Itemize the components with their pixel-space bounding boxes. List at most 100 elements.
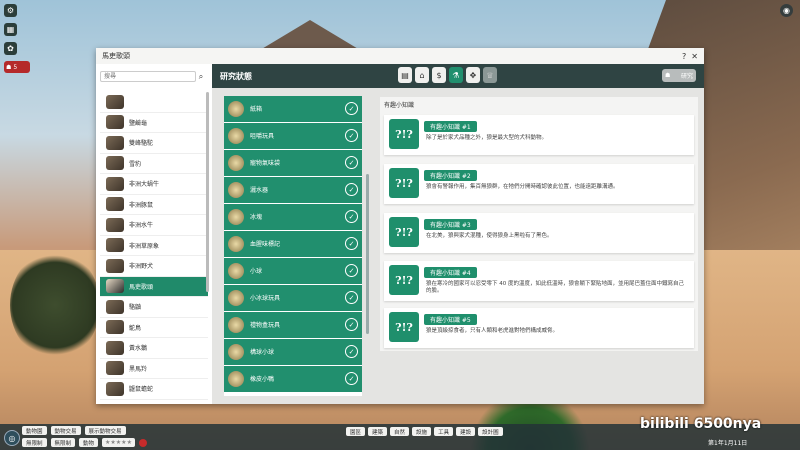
enrichment-item[interactable]: 寵物氣味袋 ✓ — [224, 150, 362, 176]
animal-list-item[interactable]: 馬吏歌頭 — [100, 276, 208, 297]
build-tool-button[interactable]: 自然 — [390, 427, 410, 436]
trivia-title: 有趣小知識 #5 — [424, 314, 477, 325]
animal-name: 鴕鳥 — [129, 324, 142, 332]
check-icon: ✓ — [345, 345, 358, 359]
enrichment-icon[interactable]: ⚗ — [449, 67, 463, 83]
animal-list-scrollbar[interactable] — [206, 92, 209, 292]
enrichment-label: 禮物盒玩具 — [250, 322, 281, 330]
enrichment-item[interactable]: 構球小球 ✓ — [224, 339, 362, 365]
enrichment-label: 小冰球玩具 — [250, 295, 281, 303]
animal-thumbnail — [106, 279, 124, 294]
build-tool-button[interactable]: 建築 — [368, 427, 388, 436]
calendar-icon[interactable]: ▦ — [4, 23, 17, 36]
animal-list-item[interactable]: 雙峰駱駝 — [100, 133, 208, 154]
trivia-title: 有趣小知識 #2 — [424, 170, 477, 181]
enrichment-item[interactable]: 咀嚼玩具 ✓ — [224, 123, 362, 149]
research-button-label: 研究 — [680, 73, 693, 80]
enrichment-scrollbar[interactable] — [366, 174, 369, 334]
animal-list-item[interactable]: 非洲水牛 — [100, 215, 208, 236]
zoo-chip[interactable]: 動物園 — [22, 426, 47, 435]
animal-list-item[interactable]: 黃水鵝 — [100, 338, 208, 359]
animal-status[interactable]: 動物 — [79, 438, 99, 447]
animal-list-item[interactable] — [100, 92, 208, 113]
animal-list-item[interactable]: 鹽鹼龜 — [100, 113, 208, 133]
check-icon: ✓ — [345, 291, 358, 305]
check-icon: ✓ — [345, 237, 358, 251]
research-button[interactable]: ☗ 研究 — [662, 69, 696, 82]
trivia-icon: ?!? — [389, 217, 419, 247]
zoo-chip-label: 動物園 — [26, 428, 43, 435]
animal-name: 黑馬羚 — [129, 365, 148, 373]
enrichment-item[interactable]: 冰塊 ✓ — [224, 204, 362, 230]
search-icon[interactable]: ⌕ — [196, 72, 206, 82]
build-tool-label: 自然 — [394, 429, 406, 436]
animal-thumbnail — [106, 176, 124, 191]
animal-list: 鹽鹼龜 雙峰駱駝雪豹非洲大蝸牛 非洲豚鼠 非洲水牛非洲草原象非洲野犬馬吏歌頭駱鼬鴕鳥黃… — [100, 92, 208, 404]
enrichment-item[interactable]: 橡皮小鴨 ✓ — [224, 366, 362, 392]
build-tool-button[interactable]: 建設 — [456, 427, 476, 436]
money-icon[interactable]: $ — [432, 67, 446, 83]
globe-icon[interactable]: ◎ — [4, 430, 20, 446]
animal-info-window: 馬吏歌頭 ? ✕ ⌕ 鹽鹼龜雙峰駱駝雪豹非洲大蝸牛非洲豚鼠非洲水牛非洲草原象非洲… — [96, 48, 704, 404]
settings-icon[interactable]: ✿ — [4, 42, 17, 55]
check-icon: ✓ — [345, 102, 358, 116]
build-tool-label: 園區 — [350, 429, 362, 436]
animal-list-item[interactable]: 非洲草原象 — [100, 236, 208, 256]
enrichment-thumbnail — [228, 208, 244, 225]
animal-list-item[interactable]: 非洲大蝸牛 — [100, 174, 208, 195]
right-hud: ◉ — [780, 4, 794, 17]
check-icon: ✓ — [345, 264, 358, 278]
animal-list-item[interactable]: 黑馬羚 — [100, 359, 208, 379]
build-tool-label: 建設 — [460, 429, 472, 436]
build-tool-button[interactable]: 設計圖 — [478, 427, 503, 436]
build-tool-label: 設施 — [416, 429, 428, 436]
build-tool-button[interactable]: 工具 — [434, 427, 454, 436]
enrichment-thumbnail — [228, 127, 244, 144]
trivia-text: 狼會有警報作用，集百無狼群，在牠們分開時確認彼此位置，也能遠距離溝通。 — [426, 184, 619, 190]
animal-list-item[interactable]: 非洲豚鼠 — [100, 195, 208, 215]
build-tool-label: 工具 — [438, 429, 450, 436]
enrichment-thumbnail — [228, 235, 244, 252]
animal-list-item[interactable]: 鼴鼠蟾蛇 — [100, 379, 208, 400]
build-toolbar: 園區 建築 自然 設施 工具 建設 設計圖 — [346, 427, 503, 436]
animal-thumbnail — [106, 238, 124, 253]
paw-icon[interactable]: ✥ — [466, 67, 480, 83]
warning-icon[interactable] — [138, 438, 147, 447]
background-tree — [10, 250, 100, 360]
search-input[interactable] — [100, 71, 196, 82]
build-tool-button[interactable]: 設施 — [412, 427, 432, 436]
animal-list-item[interactable]: 鴕鳥 — [100, 318, 208, 338]
animal-name: 非洲草原象 — [129, 242, 160, 250]
person-icon: ☗ — [6, 63, 12, 71]
enrichment-item[interactable]: 小球 ✓ — [224, 258, 362, 284]
trophy-icon[interactable]: ♕ — [483, 67, 497, 83]
enrichment-item[interactable]: 紙箱 ✓ — [224, 96, 362, 122]
animal-name: 雪豹 — [129, 160, 142, 168]
build-tool-label: 建築 — [372, 429, 384, 436]
window-title: 馬吏歌頭 — [102, 52, 130, 60]
research-status[interactable]: 無限制 — [50, 438, 76, 447]
animal-trade-chip[interactable]: 動物交易 — [50, 426, 81, 435]
animal-list-item[interactable]: 駱鼬 — [100, 297, 208, 318]
animal-name: 馬吏歌頭 — [129, 283, 154, 291]
animal-list-item[interactable]: 非洲野犬 — [100, 256, 208, 277]
animal-name: 黃水鵝 — [129, 345, 148, 353]
enrichment-item[interactable]: 血腥味標記 ✓ — [224, 231, 362, 257]
camera-icon[interactable]: ◉ — [780, 4, 793, 17]
money-status[interactable]: 無限制 — [22, 438, 47, 447]
animal-list-item[interactable]: 雪豹 — [100, 154, 208, 174]
habitat-icon[interactable]: ▤ — [398, 67, 412, 83]
trivia-card: ?!? 有趣小知識 #2 狼會有警報作用，集百無狼群，在牠們分開時確認彼此位置，也能… — [384, 164, 694, 204]
enrichment-item[interactable]: 小冰球玩具 ✓ — [224, 285, 362, 311]
alert-badge[interactable]: ☗ 5 — [4, 61, 30, 73]
close-icon[interactable]: ✕ — [691, 52, 698, 61]
exhibit-trade-chip[interactable]: 展示動物交易 — [84, 426, 126, 435]
help-icon[interactable]: ? — [682, 52, 686, 61]
gift-icon[interactable]: ⌂ — [415, 67, 429, 83]
enrichment-item[interactable]: 灑水器 ✓ — [224, 177, 362, 203]
trivia-text: 狼是頂級掠食者，只有人類和老虎進對牠們構成威脅。 — [426, 328, 559, 334]
enrichment-item[interactable]: 禮物盒玩具 ✓ — [224, 312, 362, 338]
build-tool-button[interactable]: 園區 — [346, 427, 366, 436]
globe-menu-icon[interactable]: ⚙ — [4, 4, 17, 17]
enrichment-thumbnail — [228, 370, 244, 387]
